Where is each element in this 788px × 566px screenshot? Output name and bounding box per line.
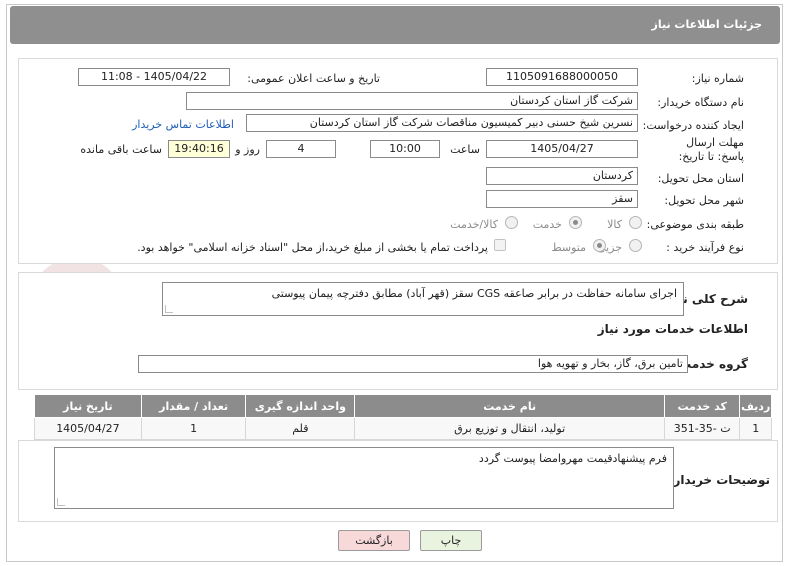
buyer-org-field: شرکت گاز استان کردستان <box>186 92 638 110</box>
buyer-notes-label: توضیحات خریدار: <box>668 473 770 487</box>
deadline-date-field: 1405/04/27 <box>486 140 638 158</box>
buyer-contact-link[interactable]: اطلاعات تماس خریدار <box>132 118 234 131</box>
province-field: کردستان <box>486 167 638 185</box>
need-description-text: اجرای سامانه حفاظت در برابر صاعقه CGS سق… <box>271 287 677 300</box>
cell-row-number: 1 <box>739 417 772 440</box>
request-creator-label: ایجاد کننده درخواست: <box>642 119 744 132</box>
category-option-goods-service: کالا/خدمت <box>450 218 498 231</box>
col-quantity: تعداد / مقدار <box>140 394 247 418</box>
page-title: جزئیات اطلاعات نیاز <box>651 18 763 31</box>
col-unit: واحد اندازه گیری <box>245 394 356 418</box>
table-row: 1 ت -35-351 تولید، انتقال و توزیع برق قل… <box>34 417 772 440</box>
services-table: ردیف کد خدمت نام خدمت واحد اندازه گیری ت… <box>34 394 772 440</box>
cell-service-code: ت -35-351 <box>664 417 741 440</box>
deadline-label: مهلت ارسال پاسخ: تا تاریخ: <box>678 136 744 163</box>
remaining-time-label: ساعت باقی مانده <box>80 143 162 156</box>
announce-date-field: 1405/04/22 - 11:08 <box>78 68 230 86</box>
category-radio-service[interactable] <box>569 216 582 229</box>
need-number-label: شماره نیاز: <box>691 72 744 85</box>
treasury-payment-checkbox[interactable] <box>494 239 506 251</box>
cell-service-name: تولید، انتقال و توزیع برق <box>354 417 666 440</box>
days-remaining-field: 4 <box>266 140 336 158</box>
cell-unit: قلم <box>245 417 356 440</box>
services-table-header: ردیف کد خدمت نام خدمت واحد اندازه گیری ت… <box>34 394 772 418</box>
city-field: سقز <box>486 190 638 208</box>
province-label: استان محل تحویل: <box>657 172 744 185</box>
services-section-title: اطلاعات خدمات مورد نیاز <box>597 322 748 336</box>
resize-handle-icon[interactable] <box>165 305 173 313</box>
col-service-name: نام خدمت <box>354 394 666 418</box>
col-row-number: ردیف <box>739 394 772 418</box>
buyer-org-label: نام دستگاه خریدار: <box>657 96 744 109</box>
service-group-field: تامین برق، گاز، بخار و تهویه هوا <box>138 355 688 373</box>
buyer-notes-text: فرم پیشنهادقیمت مهروامضا پیوست گردد <box>478 452 667 465</box>
col-service-code: کد خدمت <box>664 394 741 418</box>
process-radio-medium[interactable] <box>593 239 606 252</box>
need-number-field: 1105091688000050 <box>486 68 638 86</box>
request-creator-field: نسرین شیخ حسنی دبیر کمیسیون مناقصات شرکت… <box>246 114 638 132</box>
print-button[interactable]: چاپ <box>420 530 482 551</box>
cell-need-date: 1405/04/27 <box>34 417 142 440</box>
category-radio-goods[interactable] <box>629 216 642 229</box>
back-button[interactable]: بازگشت <box>338 530 410 551</box>
category-label: طبقه بندی موضوعی: <box>646 218 744 231</box>
col-need-date: تاریخ نیاز <box>34 394 142 418</box>
deadline-time-label: ساعت <box>450 143 480 156</box>
category-option-goods: کالا <box>607 218 622 231</box>
cell-quantity: 1 <box>140 417 247 440</box>
deadline-time-field: 10:00 <box>370 140 440 158</box>
days-label: روز و <box>235 143 260 156</box>
announce-date-label: تاریخ و ساعت اعلان عمومی: <box>247 72 380 85</box>
city-label: شهر محل تحویل: <box>664 194 744 207</box>
process-type-label: نوع فرآیند خرید : <box>666 241 744 254</box>
resize-handle-icon[interactable] <box>57 498 65 506</box>
treasury-payment-note: پرداخت تمام یا بخشی از مبلغ خرید،از محل … <box>137 241 488 254</box>
buyer-notes-field: فرم پیشنهادقیمت مهروامضا پیوست گردد <box>54 447 674 509</box>
category-option-service: خدمت <box>532 218 562 231</box>
category-radio-goods-service[interactable] <box>505 216 518 229</box>
page-header: جزئیات اطلاعات نیاز <box>10 6 780 44</box>
process-option-medium: متوسط <box>551 241 586 254</box>
process-radio-minor[interactable] <box>629 239 642 252</box>
need-description-field: اجرای سامانه حفاظت در برابر صاعقه CGS سق… <box>162 282 684 316</box>
remaining-time-field: 19:40:16 <box>168 140 230 158</box>
